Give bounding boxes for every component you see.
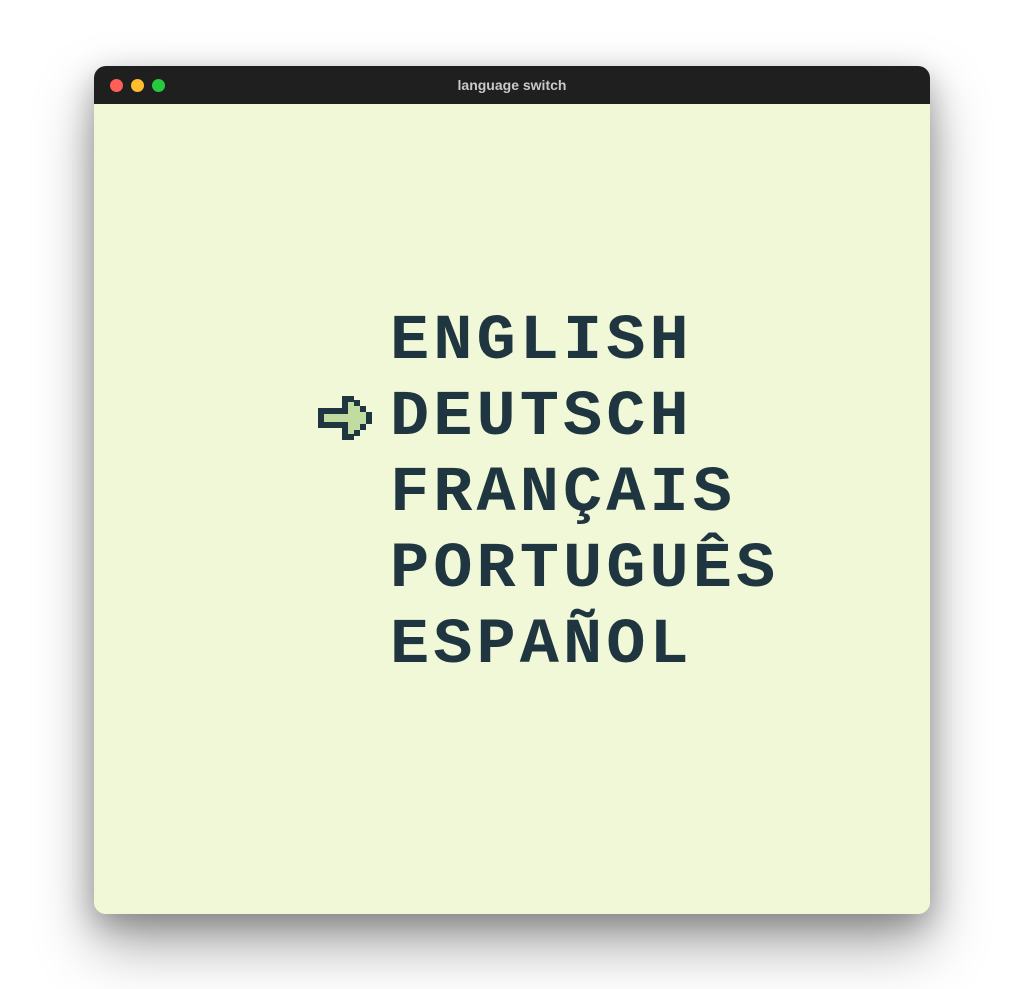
language-option-deutsch[interactable]: DEUTSCH	[282, 380, 772, 456]
zoom-icon[interactable]	[152, 79, 165, 92]
language-option-english[interactable]: ENGLISH	[282, 304, 772, 380]
window-content: ENGLISH	[94, 104, 930, 914]
minimize-icon[interactable]	[131, 79, 144, 92]
app-window: language switch ENGLISH	[94, 66, 930, 914]
titlebar: language switch	[94, 66, 930, 104]
language-menu: ENGLISH	[282, 304, 772, 684]
language-label: PORTUGUÊS	[390, 538, 779, 602]
language-label: FRANÇAIS	[390, 462, 736, 526]
language-option-portugues[interactable]: PORTUGUÊS	[282, 532, 772, 608]
language-label: DEUTSCH	[390, 386, 693, 450]
language-option-espanol[interactable]: ESPAÑOL	[282, 608, 772, 684]
language-label: ENGLISH	[390, 310, 693, 374]
close-icon[interactable]	[110, 79, 123, 92]
arrow-right-icon	[318, 396, 372, 440]
traffic-lights	[110, 79, 165, 92]
window-title: language switch	[94, 77, 930, 93]
cursor-slot	[282, 396, 390, 440]
language-label: ESPAÑOL	[390, 614, 693, 678]
language-option-francais[interactable]: FRANÇAIS	[282, 456, 772, 532]
